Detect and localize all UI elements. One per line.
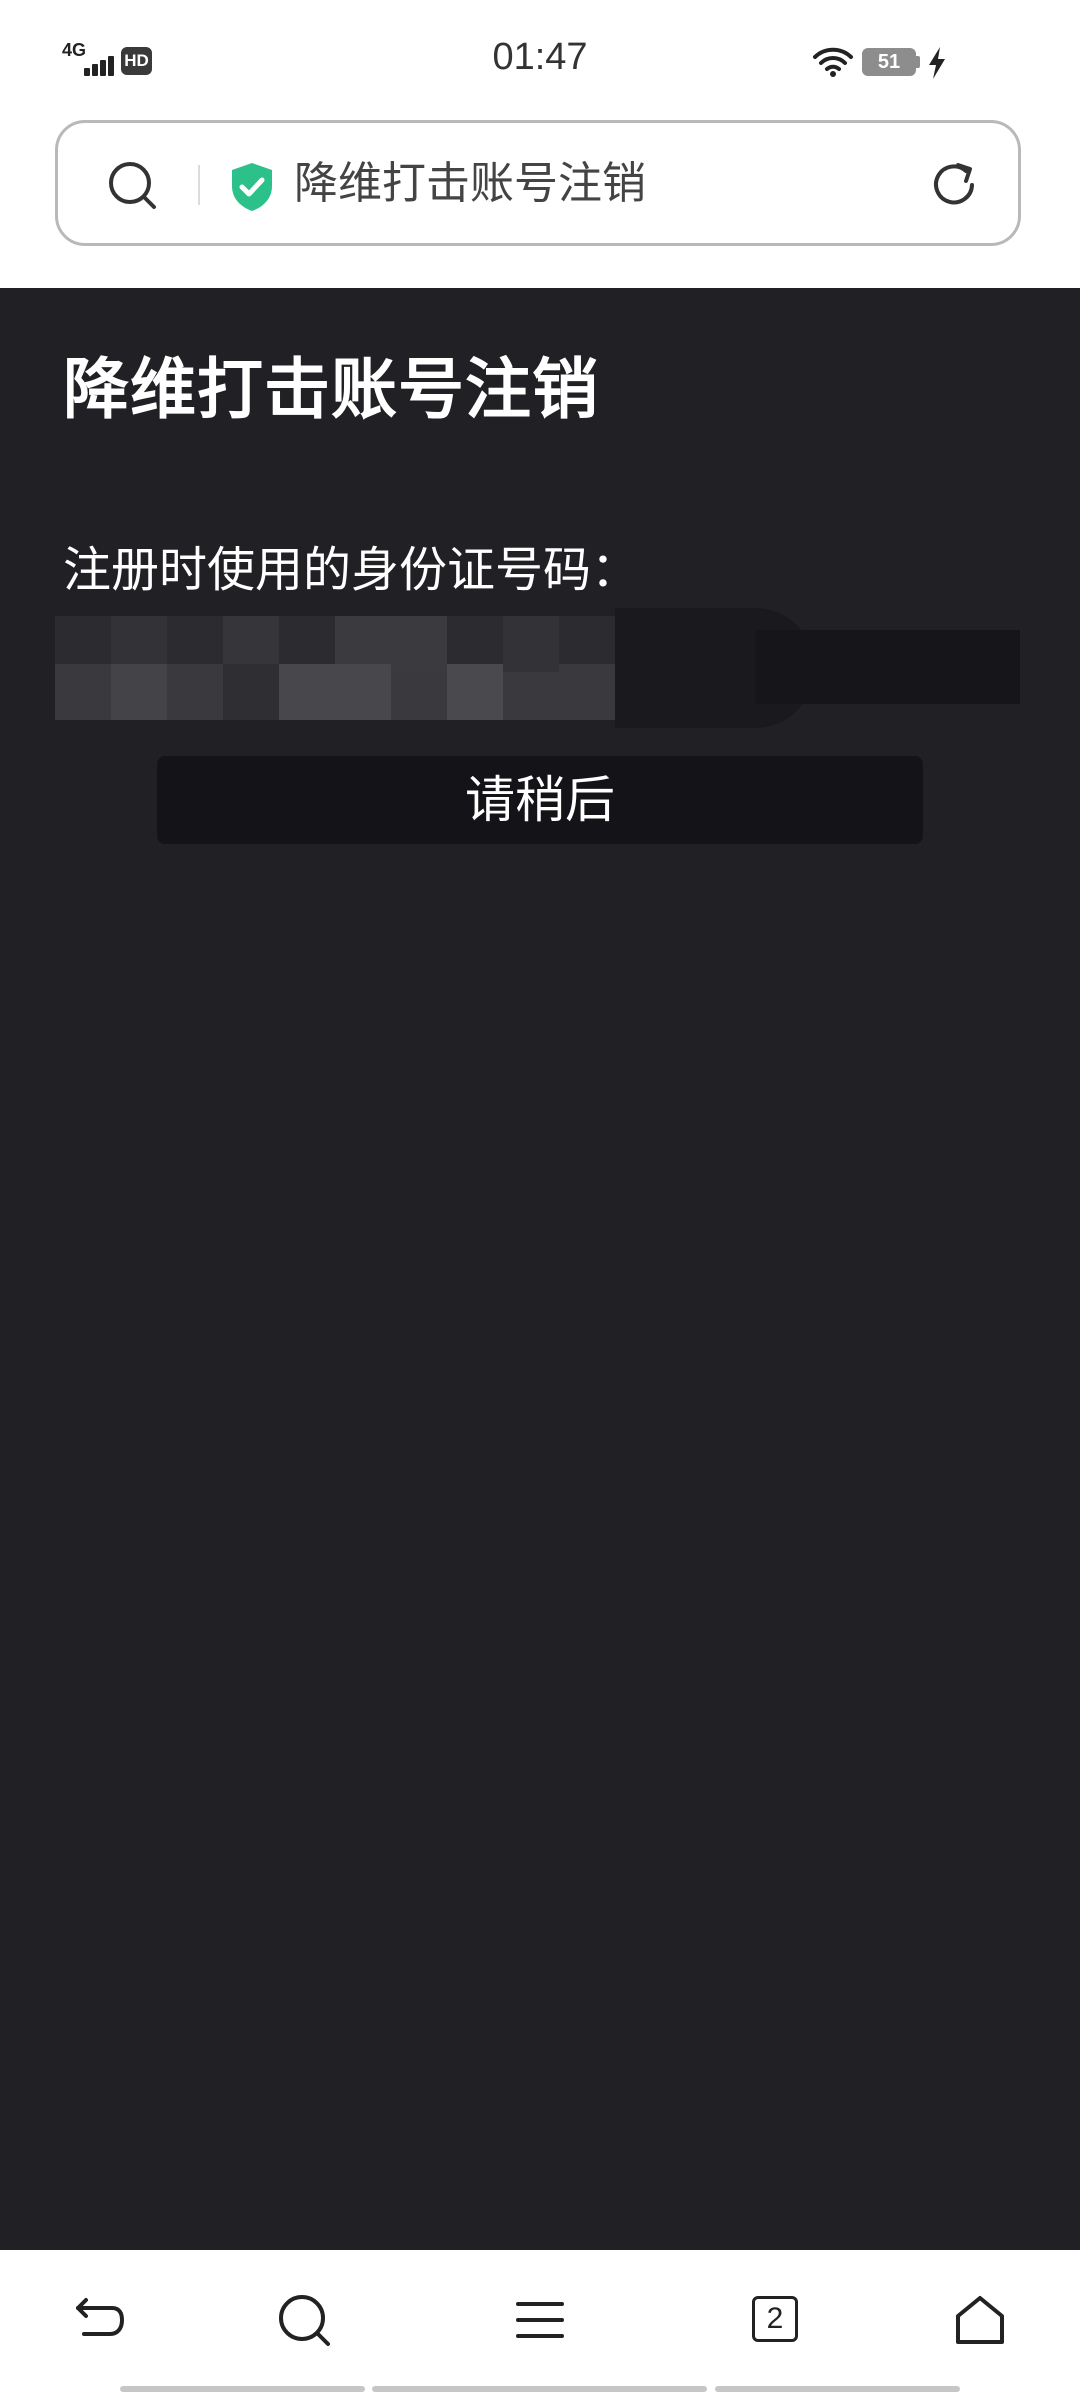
search-icon[interactable] bbox=[274, 2290, 334, 2350]
battery-icon: 51 bbox=[862, 48, 916, 76]
status-bar: 4G HD 01:47 51 bbox=[0, 0, 1080, 115]
home-icon[interactable] bbox=[950, 2290, 1010, 2350]
web-content: 降维打击账号注销 注册时使用的身份证号码： 请稍后 bbox=[0, 288, 1080, 2250]
gesture-bar-center[interactable] bbox=[372, 2386, 707, 2392]
gesture-bar-right bbox=[715, 2386, 960, 2392]
tab-count: 2 bbox=[752, 2296, 798, 2342]
refresh-icon[interactable] bbox=[928, 159, 980, 211]
id-number-label: 注册时使用的身份证号码： bbox=[63, 542, 640, 598]
tabs-icon[interactable]: 2 bbox=[746, 2290, 806, 2350]
search-icon[interactable] bbox=[106, 159, 158, 211]
address-title[interactable]: 降维打击账号注销 bbox=[294, 156, 646, 212]
divider bbox=[198, 165, 200, 205]
back-icon[interactable] bbox=[70, 2290, 130, 2350]
redacted-id-input[interactable] bbox=[55, 608, 1020, 728]
please-wait-button[interactable]: 请稍后 bbox=[157, 756, 923, 844]
charging-icon bbox=[929, 47, 945, 79]
address-bar[interactable]: 降维打击账号注销 bbox=[55, 120, 1021, 246]
shield-check-icon bbox=[232, 163, 272, 211]
wifi-icon bbox=[813, 47, 853, 77]
battery-tip bbox=[916, 56, 920, 68]
page-title: 降维打击账号注销 bbox=[63, 351, 599, 428]
bottom-navigation: 2 bbox=[0, 2250, 1080, 2400]
gesture-bar-left bbox=[120, 2386, 365, 2392]
menu-icon[interactable] bbox=[510, 2290, 570, 2350]
